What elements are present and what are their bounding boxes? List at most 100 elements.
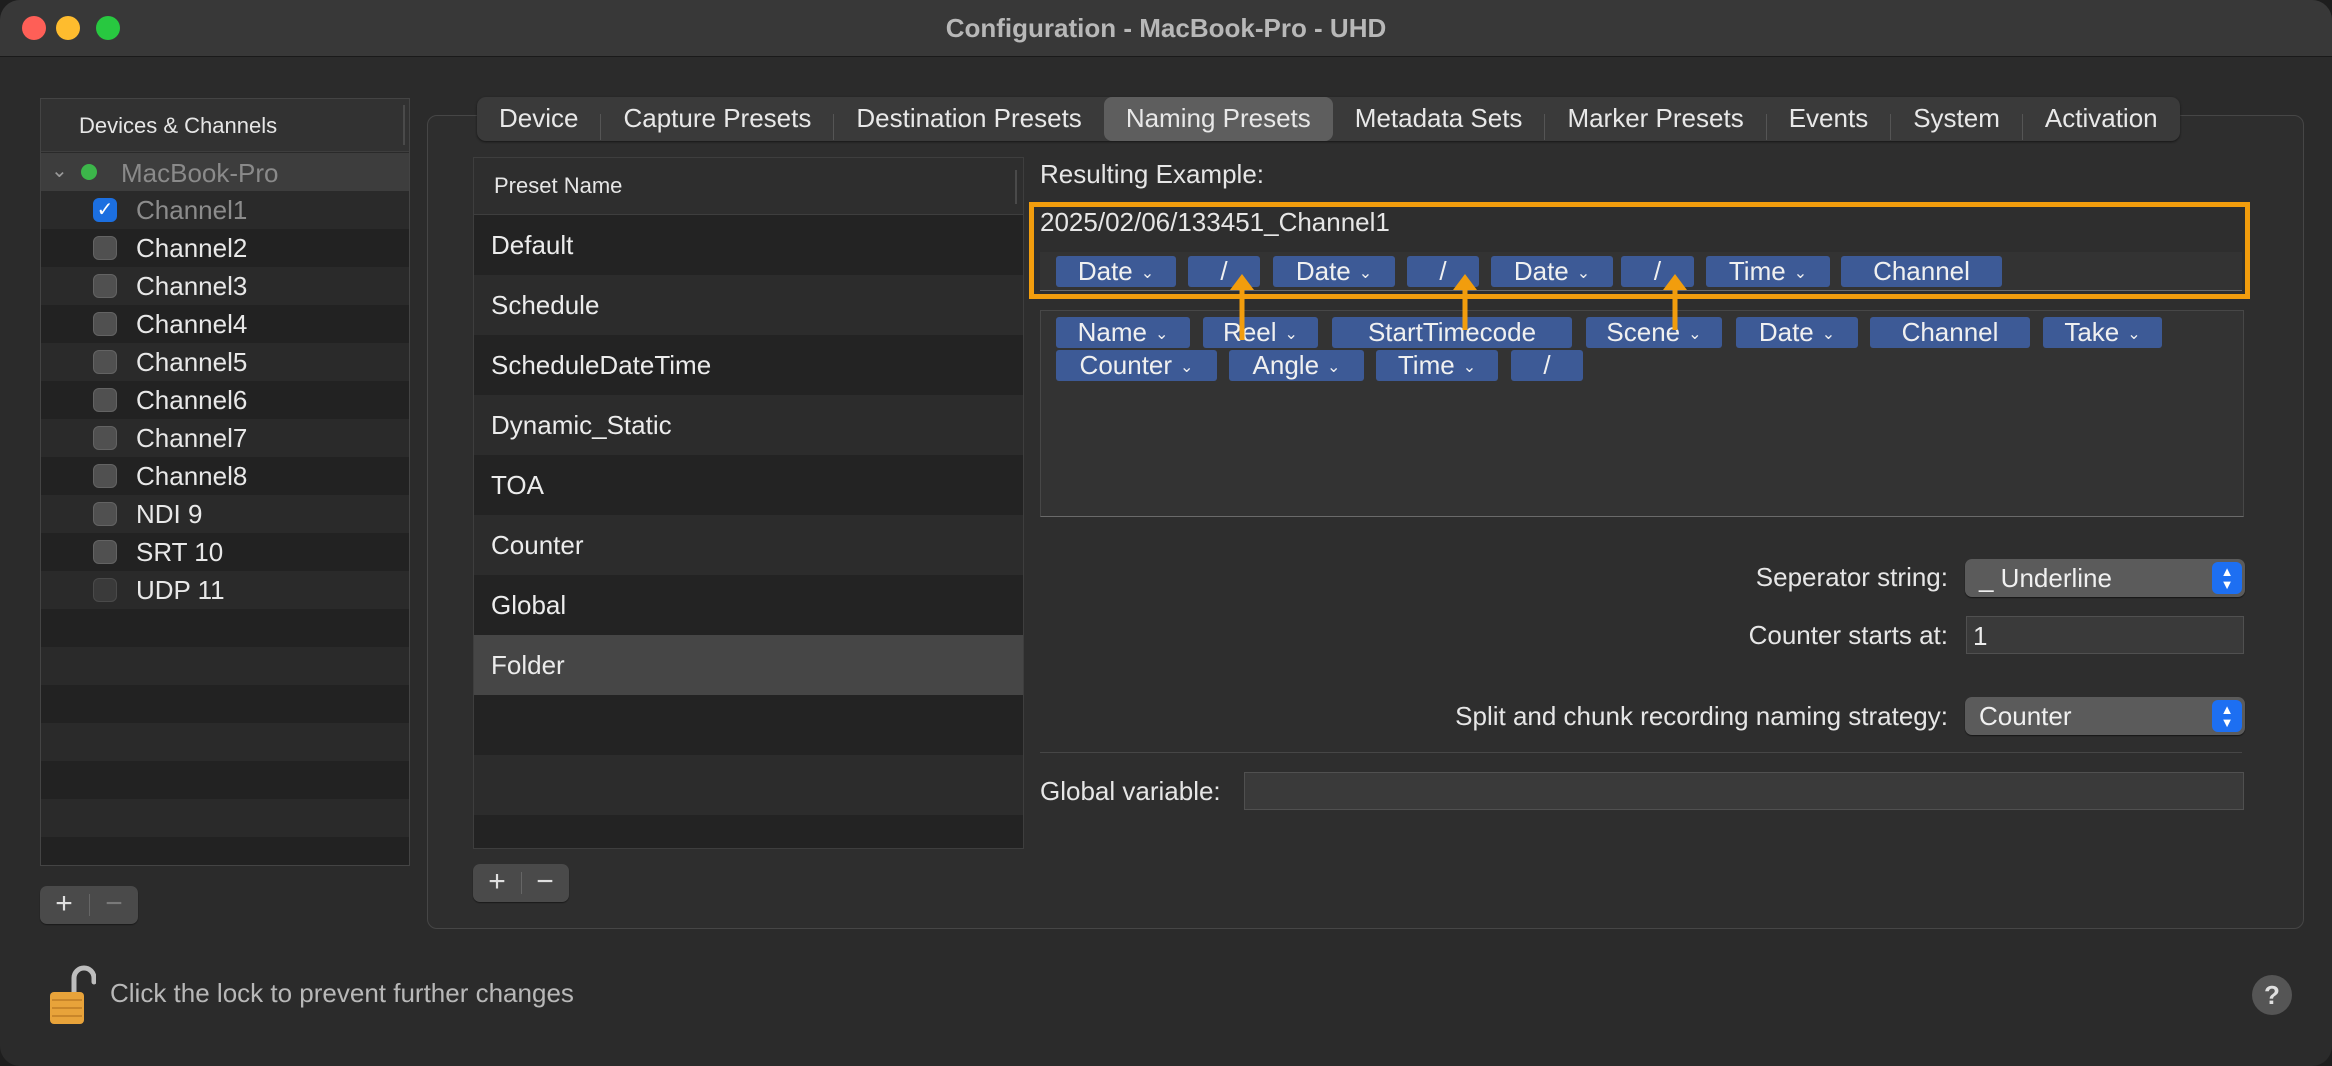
token-date[interactable]: Date ⌄ (1736, 317, 1858, 348)
channel-checkbox[interactable] (93, 274, 117, 298)
tab-bar: Device Capture Presets Destination Presets… (477, 97, 2180, 141)
column-divider (403, 105, 405, 145)
annotation-arrows (1230, 274, 1687, 340)
preset-row-selected[interactable]: Folder (474, 635, 1023, 695)
preset-name: Global (491, 590, 567, 620)
chevron-down-icon: ⌄ (1154, 326, 1169, 343)
up-down-chevron-icon: ▲ ▼ (2212, 700, 2242, 732)
channel-checkbox[interactable] (93, 236, 117, 260)
tab-metadata-sets[interactable]: Metadata Sets (1333, 97, 1545, 141)
channel-row[interactable]: Channel2 (41, 229, 409, 267)
channel-label: Channel6 (136, 385, 248, 415)
arrow-head (1230, 274, 1254, 290)
configuration-window: Configuration - MacBook-Pro - UHD Device… (0, 0, 2332, 1066)
add-device-button[interactable]: + (40, 886, 88, 924)
tab-system[interactable]: System (1891, 97, 2022, 141)
channel-label: UDP 11 (136, 575, 225, 605)
preset-row[interactable]: Schedule (474, 275, 1023, 335)
arrow-head (1453, 274, 1477, 290)
channel-row[interactable]: Channel6 (41, 381, 409, 419)
chevron-down-icon: ⌄ (1821, 326, 1836, 343)
tab-device[interactable]: Device (477, 97, 600, 141)
empty-row (41, 761, 409, 799)
arrow-head (1663, 274, 1687, 290)
split-chunk-strategy-popup[interactable]: Counter ▲ ▼ (1965, 697, 2245, 735)
devices-channels-list: Devices & Channels ⌄ MacBook-Pro ✓ Chann… (40, 98, 410, 866)
help-button[interactable]: ? (2252, 975, 2292, 1015)
token-name[interactable]: Name ⌄ (1056, 317, 1190, 348)
preset-name: Default (491, 230, 574, 260)
channel-row[interactable]: NDI 9 (41, 495, 409, 533)
chevron-down-icon: ⌄ (1462, 359, 1477, 376)
up-down-chevron-icon: ▲ ▼ (2212, 562, 2242, 594)
unlocked-padlock-icon[interactable] (48, 964, 96, 1026)
section-divider (1040, 752, 2242, 753)
add-preset-button[interactable]: + (473, 864, 521, 902)
empty-row (474, 755, 1023, 815)
chevron-down-icon[interactable]: ⌄ (51, 158, 68, 183)
channel-checkbox[interactable] (93, 502, 117, 526)
tab-marker-presets[interactable]: Marker Presets (1545, 97, 1765, 141)
global-variable-label: Global variable: (1040, 776, 1221, 806)
channel-row[interactable]: ✓ Channel1 (41, 191, 409, 229)
token-counter[interactable]: Counter ⌄ (1056, 350, 1217, 381)
tab-capture-presets[interactable]: Capture Presets (601, 97, 833, 141)
token-angle[interactable]: Angle ⌄ (1229, 350, 1364, 381)
chevron-down-icon: ⌄ (1327, 359, 1341, 376)
channel-checkbox[interactable] (93, 578, 117, 602)
window-title: Configuration - MacBook-Pro - UHD (945, 13, 1387, 43)
tab-destination-presets[interactable]: Destination Presets (834, 97, 1103, 141)
channel-checkbox[interactable] (93, 312, 117, 336)
preset-name-column-header[interactable]: Preset Name (494, 173, 622, 199)
channel-checkbox[interactable] (93, 426, 117, 450)
empty-row (41, 799, 409, 837)
tab-naming-presets[interactable]: Naming Presets (1103, 97, 1333, 141)
global-variable-input[interactable] (1244, 772, 2244, 810)
remove-preset-button[interactable]: − (521, 864, 569, 902)
presets-add-remove-control: + − (473, 864, 569, 902)
split-chunk-strategy-value: Counter (1979, 701, 2072, 731)
counter-starts-input[interactable]: 1 (1966, 616, 2244, 654)
channel-label: Channel2 (136, 233, 248, 263)
counter-starts-value: 1 (1973, 621, 1988, 651)
devices-add-remove-control: + − (40, 886, 138, 924)
counter-starts-label: Counter starts at: (1748, 620, 1948, 650)
token-channel[interactable]: Channel (1870, 317, 2030, 348)
split-chunk-strategy-label: Split and chunk recording naming strateg… (1455, 701, 1948, 731)
channel-row[interactable]: SRT 10 (41, 533, 409, 571)
device-status-dot (81, 164, 97, 180)
channel-row[interactable]: UDP 11 (41, 571, 409, 609)
channel-row[interactable]: Channel7 (41, 419, 409, 457)
empty-row (41, 723, 409, 761)
preset-row[interactable]: Default (474, 215, 1023, 275)
channel-row[interactable]: Channel4 (41, 305, 409, 343)
preset-row[interactable]: Counter (474, 515, 1023, 575)
channel-checkbox[interactable] (93, 540, 117, 564)
remove-device-button[interactable]: − (90, 886, 138, 924)
token-time[interactable]: Time ⌄ (1376, 350, 1498, 381)
channel-label: SRT 10 (136, 537, 224, 567)
channel-row[interactable]: Channel8 (41, 457, 409, 495)
preset-row[interactable]: ScheduleDateTime (474, 335, 1023, 395)
channel-checkbox[interactable] (93, 464, 117, 488)
devices-list-header-label: Devices & Channels (79, 113, 278, 138)
separator-string-popup[interactable]: _ Underline ▲ ▼ (1965, 559, 2245, 597)
preset-row[interactable]: Global (474, 575, 1023, 635)
channel-label: Channel7 (136, 423, 248, 453)
naming-presets-list: Preset Name Default Schedule ScheduleDat… (473, 157, 1024, 849)
channel-checkbox[interactable] (93, 350, 117, 374)
separator-string-label: Seperator string: (1755, 562, 1948, 592)
channel-checkbox[interactable] (93, 388, 117, 412)
token-slash[interactable]: / (1511, 350, 1583, 381)
preset-row[interactable]: Dynamic_Static (474, 395, 1023, 455)
device-row-macbook-pro[interactable]: ⌄ MacBook-Pro (41, 153, 409, 191)
device-name: MacBook-Pro (121, 158, 279, 188)
preset-row[interactable]: TOA (474, 455, 1023, 515)
channel-checkbox[interactable]: ✓ (93, 198, 117, 222)
token-take[interactable]: Take ⌄ (2043, 317, 2162, 348)
tab-events[interactable]: Events (1767, 97, 1891, 141)
preset-name: Schedule (491, 290, 600, 320)
channel-row[interactable]: Channel5 (41, 343, 409, 381)
tab-activation[interactable]: Activation (2023, 97, 2180, 141)
channel-row[interactable]: Channel3 (41, 267, 409, 305)
